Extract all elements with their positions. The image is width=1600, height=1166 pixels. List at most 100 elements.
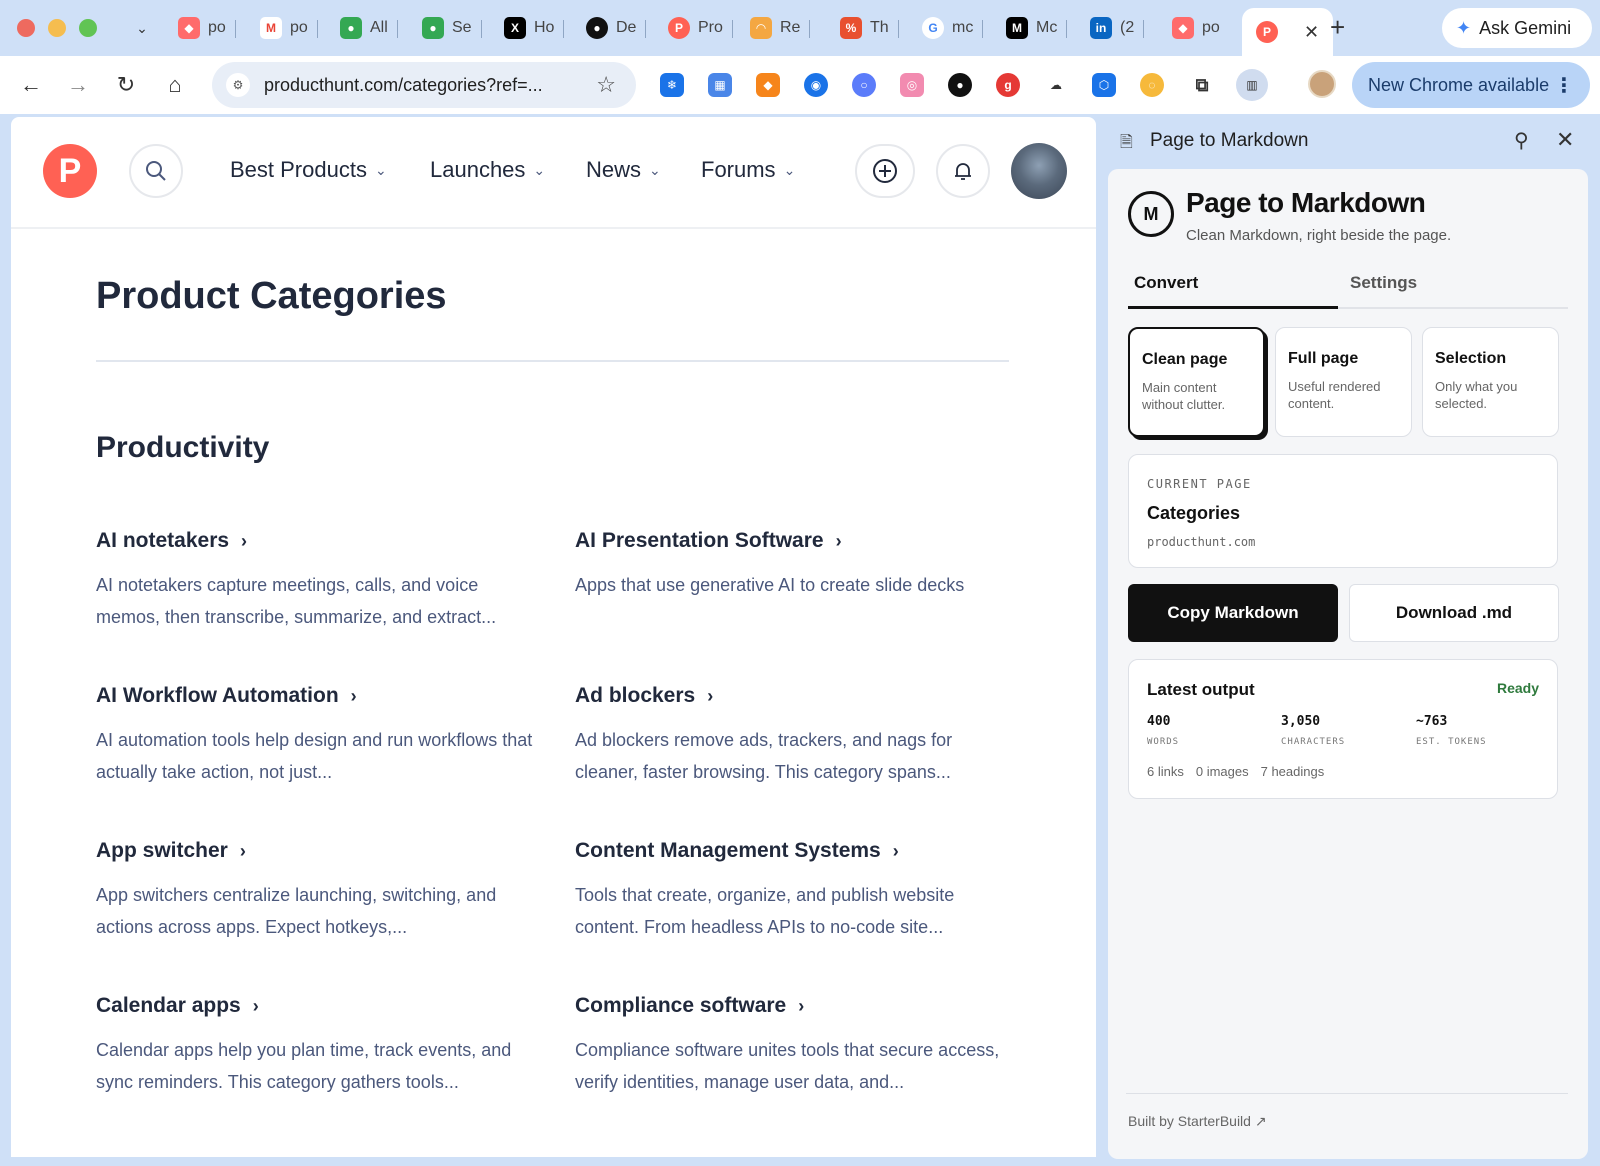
forward-button[interactable]: → (63, 70, 93, 100)
category-link[interactable]: AI notetakers › (96, 529, 536, 553)
close-panel-icon[interactable]: ✕ (1556, 127, 1574, 153)
browser-tab[interactable]: Gmc (922, 14, 984, 42)
nav-label: Launches (430, 157, 526, 182)
unpin-icon[interactable]: ⚲ (1514, 128, 1529, 153)
footer-link[interactable]: Built by StarterBuild ↗ (1128, 1113, 1267, 1130)
ask-gemini-button[interactable]: ✦ Ask Gemini (1442, 8, 1592, 48)
extension-fox-icon[interactable]: ◆ (756, 73, 780, 97)
browser-tab[interactable]: ● De (586, 14, 647, 42)
browser-tab[interactable]: ● Se (422, 14, 482, 42)
nav-best-products[interactable]: Best Products ⌄ (230, 157, 387, 183)
active-tab[interactable]: P ✕ (1242, 8, 1334, 56)
tab-settings[interactable]: Settings (1350, 273, 1417, 293)
browser-tab[interactable]: M Mc (1006, 14, 1068, 42)
more-menu-icon[interactable]: ⋮ (1554, 73, 1574, 98)
category-name: Content Management Systems (575, 839, 881, 862)
section-title: Productivity (96, 431, 270, 464)
address-bar[interactable]: ⚙ producthunt.com/categories?ref=... ☆ (212, 62, 636, 108)
extension-cube-icon[interactable]: ⬡ (1092, 73, 1116, 97)
extension-color-wheel-icon[interactable]: ◌ (1140, 73, 1164, 97)
category-link[interactable]: App switcher › (96, 839, 536, 863)
copy-markdown-button[interactable]: Copy Markdown (1128, 584, 1338, 642)
extension-cloud-icon[interactable]: ☁ (1044, 73, 1068, 97)
browser-tab[interactable]: ◆ po (178, 14, 236, 42)
maximize-window-button[interactable] (79, 19, 97, 37)
category-name: Compliance software (575, 994, 787, 1017)
notifications-button[interactable] (936, 144, 990, 198)
tab-label: Mc (1036, 19, 1058, 36)
browser-tab[interactable]: ● All (340, 14, 398, 42)
search-button[interactable] (129, 144, 183, 198)
extension-circle-icon[interactable]: ◉ (804, 73, 828, 97)
nav-launches[interactable]: Launches ⌄ (430, 157, 545, 183)
browser-tab[interactable]: in (2 (1090, 14, 1145, 42)
reload-button[interactable]: ↻ (111, 70, 141, 100)
category-link[interactable]: AI Presentation Software › (575, 529, 1015, 553)
category-link[interactable]: Ad blockers › (575, 684, 1015, 708)
download-md-button[interactable]: Download .md (1349, 584, 1559, 642)
nav-forums[interactable]: Forums ⌄ (701, 157, 795, 183)
stat-tokens: ~763 EST. TOKENS (1416, 714, 1487, 747)
latest-output-card: Latest output Ready 400 WORDS 3,050 CHAR… (1128, 659, 1558, 799)
bookmark-star-icon[interactable]: ☆ (596, 72, 616, 98)
app-icon: ◆ (1172, 17, 1194, 39)
close-tab-icon[interactable]: ✕ (1304, 22, 1319, 43)
rainbow-icon: ◠ (750, 17, 772, 39)
browser-tab[interactable]: ◆ po (1172, 14, 1220, 42)
tab-search-chevron-icon[interactable]: ⌄ (130, 16, 154, 40)
current-page-label: CURRENT PAGE (1147, 477, 1252, 491)
category-item: AI Workflow Automation › AI automation to… (96, 684, 536, 788)
category-link[interactable]: Compliance software › (575, 994, 1015, 1018)
category-link[interactable]: Content Management Systems › (575, 839, 1015, 863)
site-settings-icon[interactable]: ⚙ (226, 73, 250, 97)
submit-button[interactable] (855, 144, 915, 198)
mode-clean-page[interactable]: Clean page Main content without clutter. (1128, 327, 1265, 437)
category-description: AI automation tools help design and run … (96, 730, 533, 782)
mode-title: Selection (1435, 350, 1507, 367)
side-panel-icon[interactable]: ▥ (1236, 69, 1268, 101)
browser-toolbar: ← → ↻ ⌂ ⚙ producthunt.com/categories?ref… (0, 56, 1600, 114)
browser-tab[interactable]: Mpo (260, 14, 318, 42)
chevron-right-icon: › (350, 685, 357, 706)
browser-tab[interactable]: P Pro (668, 14, 733, 42)
category-name: AI Presentation Software (575, 529, 824, 552)
chevron-right-icon: › (239, 840, 246, 861)
category-link[interactable]: AI Workflow Automation › (96, 684, 536, 708)
producthunt-logo[interactable]: P (43, 144, 97, 198)
tab-convert[interactable]: Convert (1134, 273, 1198, 293)
extension-layout-icon[interactable]: ▦ (708, 73, 732, 97)
minimize-window-button[interactable] (48, 19, 66, 37)
mode-selection[interactable]: Selection Only what you selected. (1422, 327, 1559, 437)
back-button[interactable]: ← (16, 70, 46, 100)
browser-tab[interactable]: ◠ Re (750, 14, 811, 42)
mode-description: Only what you selected. (1435, 379, 1518, 411)
extension-g-icon[interactable]: g (996, 73, 1020, 97)
extension-camera-icon[interactable]: ◎ (900, 73, 924, 97)
output-title: Latest output (1147, 680, 1255, 699)
category-link[interactable]: Calendar apps › (96, 994, 536, 1018)
extension-ring-icon[interactable]: ○ (852, 73, 876, 97)
home-button[interactable]: ⌂ (160, 70, 190, 100)
panel-tabs: Convert Settings (1128, 265, 1568, 309)
extensions-puzzle-icon[interactable]: ⧉ (1190, 73, 1214, 97)
product-hunt-page: P Best Products ⌄ Launches ⌄ News ⌄ Forums ⌄… (11, 117, 1096, 1157)
category-description: Ad blockers remove ads, trackers, and na… (575, 730, 953, 782)
linkedin-icon: in (1090, 17, 1112, 39)
images-count: 0 images (1195, 764, 1249, 779)
close-window-button[interactable] (17, 19, 35, 37)
mode-full-page[interactable]: Full page Useful rendered content. (1275, 327, 1412, 437)
browser-tab[interactable]: X Ho (504, 14, 565, 42)
gemini-sparkle-icon: ✦ (1456, 17, 1472, 38)
browser-tab[interactable]: % Th (840, 14, 899, 42)
chrome-update-button[interactable]: New Chrome available ⋮ (1352, 62, 1590, 108)
new-tab-button[interactable]: + (1330, 12, 1345, 43)
profile-avatar[interactable] (1308, 70, 1336, 98)
nav-news[interactable]: News ⌄ (586, 157, 661, 183)
nav-label: News (586, 157, 642, 182)
category-description: App switchers centralize launching, swit… (96, 885, 497, 937)
category-item: App switcher › App switchers centralize l… (96, 839, 536, 943)
extension-snowflake-icon[interactable]: ❄ (660, 73, 684, 97)
category-name: App switcher (96, 839, 228, 862)
extension-eye-icon[interactable]: ● (948, 73, 972, 97)
user-avatar[interactable] (1011, 143, 1067, 199)
